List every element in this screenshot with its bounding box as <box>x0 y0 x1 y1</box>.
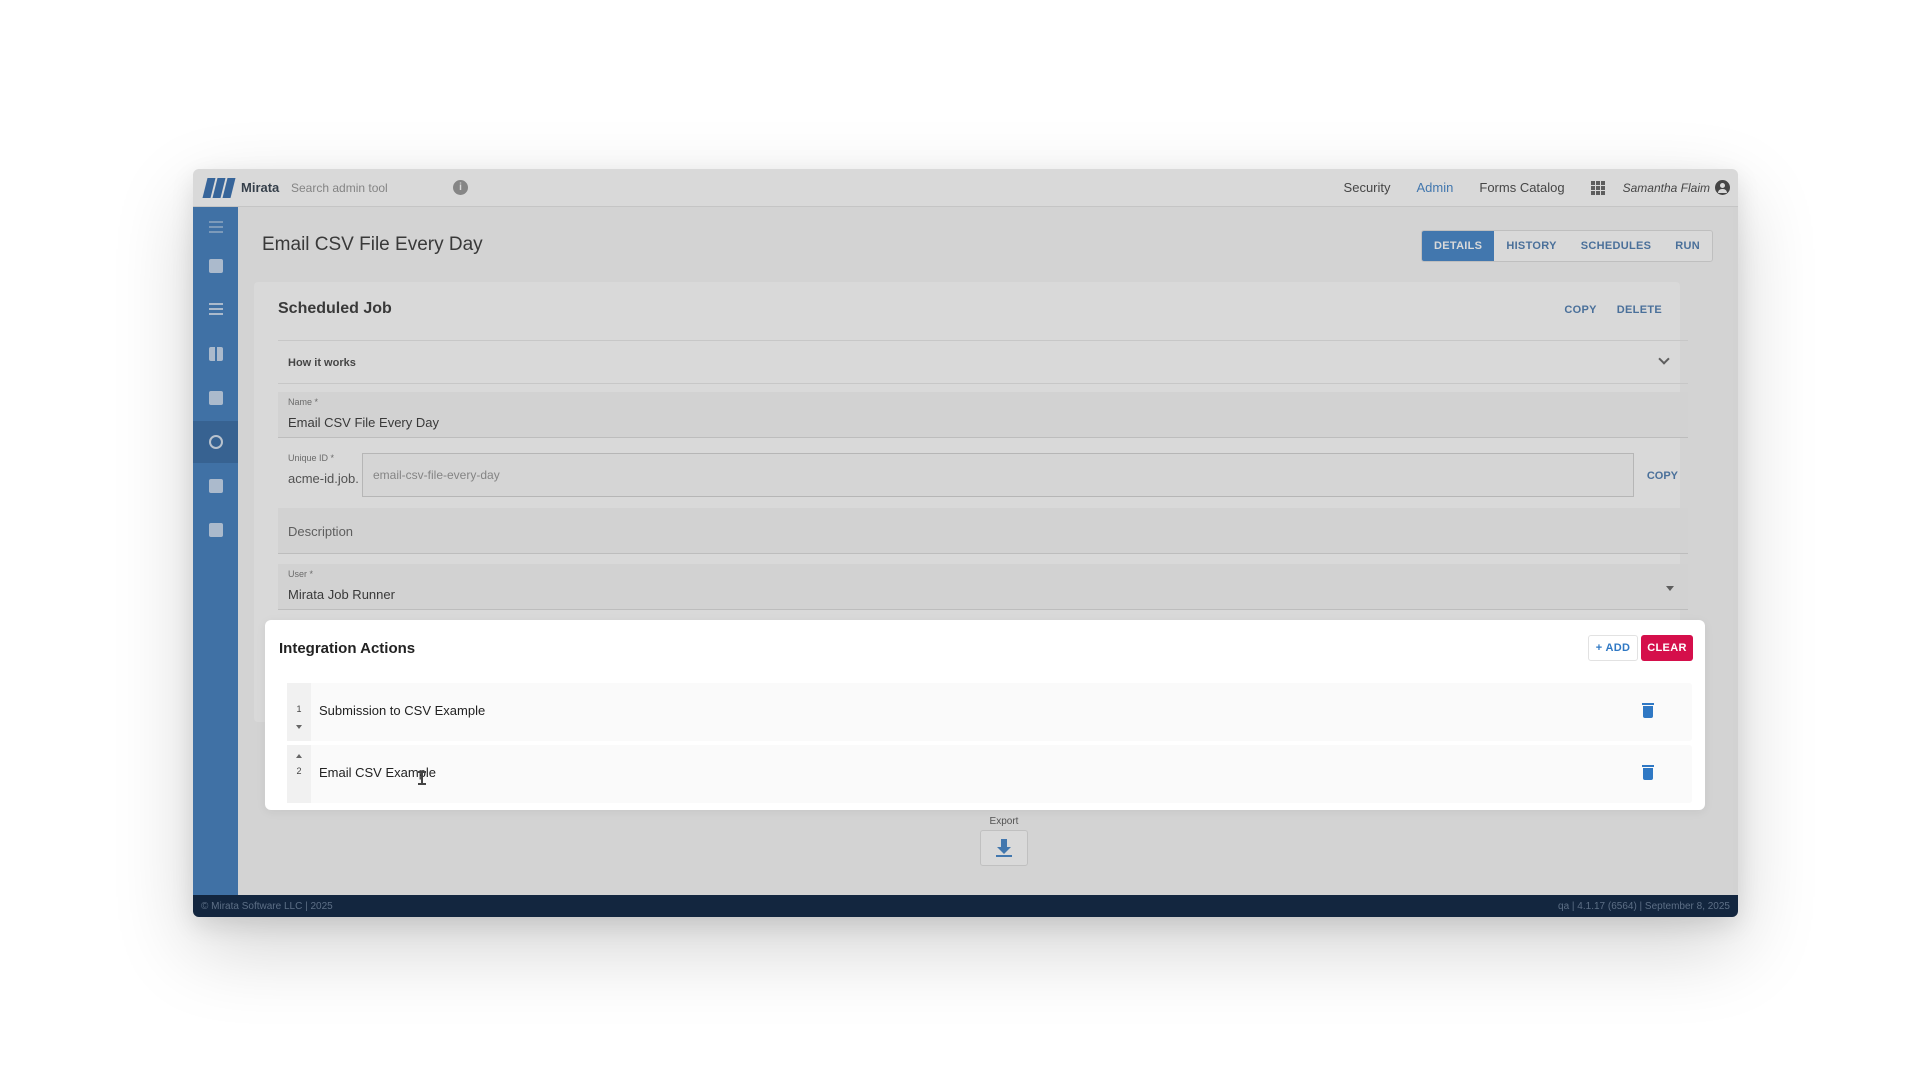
user-value: Mirata Job Runner <box>288 587 395 602</box>
user-name[interactable]: Samantha Flaim <box>1623 181 1710 195</box>
screen: Mirata i Security Admin Forms Catalog Sa… <box>0 0 1920 1080</box>
clock-icon <box>208 435 223 449</box>
select-caret-icon <box>1666 586 1674 591</box>
sidebar-item-documents[interactable] <box>193 465 238 507</box>
unique-id-prefix: acme-id.job. <box>288 471 359 486</box>
link-icon <box>208 523 223 537</box>
export-section: Export <box>978 816 1030 866</box>
copy-job-button[interactable]: COPY <box>1564 304 1596 316</box>
how-it-works-accordion[interactable]: How it works <box>278 340 1688 384</box>
move-up-icon[interactable] <box>296 754 302 758</box>
name-label: Name * <box>288 397 319 407</box>
card-title: Scheduled Job <box>278 300 392 317</box>
copy-unique-id-button[interactable]: COPY <box>1647 470 1678 482</box>
description-placeholder: Description <box>288 524 354 539</box>
admin-search-input[interactable] <box>291 175 441 200</box>
brand-name: Mirata <box>241 180 280 195</box>
dashboard-icon <box>208 391 223 405</box>
user-account-icon[interactable] <box>1715 180 1730 195</box>
integration-actions-panel: Integration Actions + ADD CLEAR 1 Submis… <box>265 620 1705 810</box>
brand-logo[interactable]: Mirata <box>202 177 285 198</box>
name-value: Email CSV File Every Day <box>288 415 439 430</box>
description-field[interactable]: Description <box>278 508 1688 554</box>
nav-forms-catalog[interactable]: Forms Catalog <box>1479 180 1564 195</box>
menu-icon <box>208 221 223 235</box>
sidebar-item-schedules[interactable] <box>193 421 238 463</box>
apps-grid-icon[interactable] <box>1590 180 1605 195</box>
card-actions: COPY DELETE <box>1544 304 1662 316</box>
document-icon <box>208 479 223 493</box>
export-button[interactable] <box>980 830 1028 866</box>
top-bar: Mirata i Security Admin Forms Catalog Sa… <box>193 169 1738 207</box>
info-icon[interactable]: i <box>453 180 468 195</box>
order-number: 2 <box>296 766 302 776</box>
user-label: User * <box>288 569 314 579</box>
sliders-icon <box>208 347 223 361</box>
export-label: Export <box>989 816 1019 827</box>
chevron-down-icon <box>1658 353 1670 365</box>
delete-job-button[interactable]: DELETE <box>1617 304 1662 316</box>
accordion-label: How it works <box>288 357 356 369</box>
clear-actions-button[interactable]: CLEAR <box>1641 635 1693 661</box>
delete-action-icon[interactable] <box>1642 703 1654 718</box>
sidebar-item-dashboard[interactable] <box>193 377 238 419</box>
unique-id-field: Unique ID * acme-id.job. COPY <box>278 448 1688 502</box>
footer-copyright: © Mirata Software LLC | 2025 <box>201 900 333 912</box>
reports-icon <box>208 259 223 273</box>
delete-action-icon[interactable] <box>1642 765 1654 780</box>
footer: © Mirata Software LLC | 2025 qa | 4.1.17… <box>193 895 1738 917</box>
tab-details[interactable]: DETAILS <box>1421 231 1495 261</box>
move-down-icon[interactable] <box>296 725 302 729</box>
tab-schedules[interactable]: SCHEDULES <box>1569 231 1664 261</box>
action-row[interactable]: 2 Email CSV Example <box>287 745 1692 803</box>
page-tabs: DETAILS HISTORY SCHEDULES RUN <box>1420 230 1713 262</box>
list-icon <box>208 303 223 317</box>
add-action-button[interactable]: + ADD <box>1588 635 1638 661</box>
order-control: 1 <box>287 683 311 741</box>
nav-admin[interactable]: Admin <box>1417 180 1454 195</box>
page-title: Email CSV File Every Day <box>262 234 483 255</box>
action-label: Submission to CSV Example <box>319 703 486 718</box>
sidebar-item-reports[interactable] <box>193 245 238 287</box>
tab-run[interactable]: RUN <box>1663 231 1712 261</box>
download-icon <box>996 839 1012 857</box>
text-cursor-icon <box>418 771 426 785</box>
order-control: 2 <box>287 745 311 803</box>
integration-actions-title: Integration Actions <box>279 640 416 657</box>
sidebar <box>193 207 238 897</box>
unique-id-label: Unique ID * <box>288 453 335 463</box>
name-field[interactable]: Name * Email CSV File Every Day <box>278 392 1688 438</box>
footer-version: qa | 4.1.17 (6564) | September 8, 2025 <box>1558 900 1730 912</box>
sidebar-menu[interactable] <box>193 207 238 249</box>
action-row[interactable]: 1 Submission to CSV Example <box>287 683 1692 741</box>
sidebar-item-list[interactable] <box>193 289 238 331</box>
order-number: 1 <box>296 704 302 714</box>
unique-id-input[interactable] <box>362 453 1634 497</box>
nav-security[interactable]: Security <box>1344 180 1391 195</box>
mirata-logo-icon <box>202 177 236 198</box>
top-nav: Security Admin Forms Catalog Samantha Fl… <box>1344 169 1738 206</box>
tab-history[interactable]: HISTORY <box>1494 231 1568 261</box>
user-select[interactable]: User * Mirata Job Runner <box>278 564 1688 610</box>
sidebar-item-links[interactable] <box>193 509 238 551</box>
sidebar-item-sliders[interactable] <box>193 333 238 375</box>
